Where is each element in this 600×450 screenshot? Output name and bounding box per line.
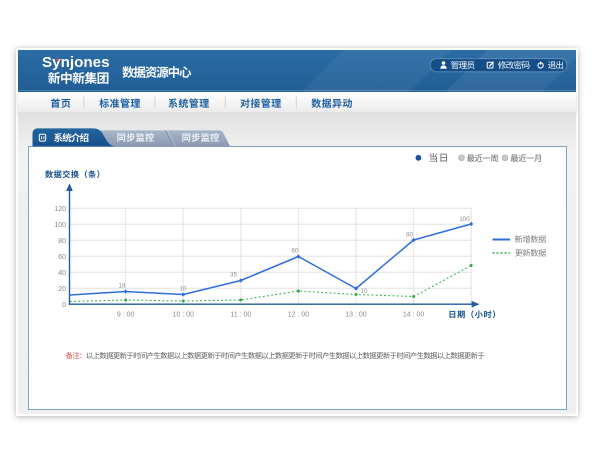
svg-text:Synjones: Synjones <box>42 54 110 71</box>
svg-text:0: 0 <box>62 302 66 309</box>
svg-text:80: 80 <box>58 238 66 245</box>
svg-text:60: 60 <box>58 254 66 261</box>
svg-text:10 : 00: 10 : 00 <box>172 312 194 319</box>
svg-text:12 : 00: 12 : 00 <box>288 312 310 319</box>
svg-text:13 : 00: 13 : 00 <box>345 312 367 319</box>
svg-text:120: 120 <box>54 206 66 213</box>
svg-text:20: 20 <box>58 286 66 293</box>
svg-text:100: 100 <box>54 222 66 229</box>
svg-text:40: 40 <box>58 270 66 277</box>
svg-text:9 : 00: 9 : 00 <box>117 312 135 319</box>
svg-text:10: 10 <box>361 288 368 295</box>
svg-text:18: 18 <box>119 283 126 290</box>
svg-text:10: 10 <box>180 285 187 292</box>
svg-text:14 : 00: 14 : 00 <box>403 312 425 319</box>
svg-text:60: 60 <box>292 248 299 255</box>
svg-text:80: 80 <box>406 232 413 239</box>
svg-text:35: 35 <box>230 272 237 279</box>
svg-text:100: 100 <box>459 216 470 223</box>
svg-text:11 : 00: 11 : 00 <box>230 312 251 319</box>
